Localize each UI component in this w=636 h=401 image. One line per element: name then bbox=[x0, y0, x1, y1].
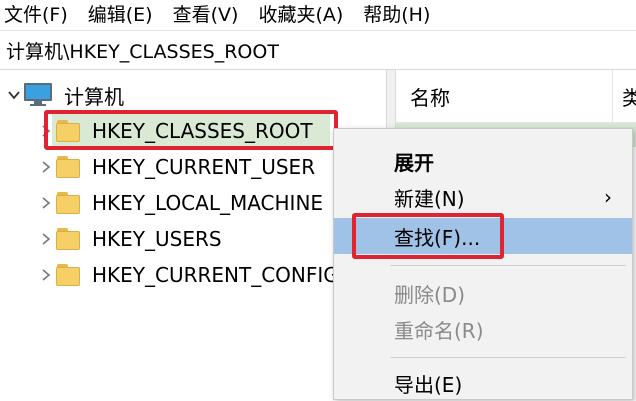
menu-favorites[interactable]: 收藏夹(A) bbox=[248, 0, 353, 30]
chevron-right-icon[interactable] bbox=[36, 186, 56, 220]
menu-separator bbox=[390, 357, 626, 358]
menu-edit[interactable]: 编辑(E) bbox=[78, 0, 163, 30]
column-header-type[interactable]: 类 bbox=[622, 82, 636, 111]
context-menu-new[interactable]: 新建(N) › bbox=[334, 179, 632, 215]
tree-item-label: HKEY_USERS bbox=[92, 227, 222, 251]
tree-item-computer[interactable]: 计算机 bbox=[4, 78, 124, 112]
chevron-right-icon: › bbox=[604, 185, 612, 209]
menu-help[interactable]: 帮助(H) bbox=[353, 0, 440, 30]
chevron-right-icon[interactable] bbox=[36, 258, 56, 292]
tree-item-hkey-current-user[interactable]: HKEY_CURRENT_USER bbox=[36, 150, 315, 184]
computer-icon bbox=[24, 83, 54, 107]
tree-root-label: 计算机 bbox=[64, 84, 124, 109]
menu-file[interactable]: 文件(F) bbox=[0, 0, 78, 30]
context-menu-delete[interactable]: 删除(D) bbox=[334, 275, 632, 311]
column-header-name[interactable]: 名称 bbox=[410, 82, 450, 111]
annotation-box-classes-root bbox=[44, 110, 338, 150]
tree-item-label: HKEY_CURRENT_CONFIG bbox=[92, 263, 339, 287]
address-path[interactable]: 计算机\HKEY_CLASSES_ROOT bbox=[0, 37, 279, 64]
menu-bar: 文件(F) 编辑(E) 查看(V) 收藏夹(A) 帮助(H) bbox=[0, 0, 636, 31]
tree-item-hkey-current-config[interactable]: HKEY_CURRENT_CONFIG bbox=[36, 258, 339, 292]
folder-icon bbox=[56, 264, 84, 286]
list-header: 名称 类 bbox=[396, 70, 636, 123]
context-menu-expand[interactable]: 展开 bbox=[334, 143, 632, 179]
menu-separator bbox=[390, 265, 626, 266]
folder-icon bbox=[56, 156, 84, 178]
context-menu-new-label: 新建(N) bbox=[394, 186, 465, 211]
annotation-box-find bbox=[352, 213, 504, 259]
menu-view[interactable]: 查看(V) bbox=[163, 0, 249, 30]
chevron-right-icon[interactable] bbox=[36, 222, 56, 256]
tree-item-label: HKEY_CURRENT_USER bbox=[92, 155, 316, 179]
column-divider[interactable] bbox=[612, 70, 613, 122]
chevron-right-icon[interactable] bbox=[36, 150, 56, 184]
tree-item-hkey-users[interactable]: HKEY_USERS bbox=[36, 222, 222, 256]
context-menu-export[interactable]: 导出(E) bbox=[334, 365, 632, 401]
folder-icon bbox=[56, 228, 84, 250]
context-menu-rename[interactable]: 重命名(R) bbox=[334, 311, 632, 347]
tree-item-hkey-local-machine[interactable]: HKEY_LOCAL_MACHINE bbox=[36, 186, 323, 220]
context-menu: 展开 新建(N) › 查找(F)... 删除(D) 重命名(R) 导出(E) bbox=[333, 128, 633, 400]
chevron-down-icon[interactable] bbox=[4, 78, 24, 112]
tree-item-label: HKEY_LOCAL_MACHINE bbox=[92, 191, 324, 215]
address-bar[interactable]: 计算机\HKEY_CLASSES_ROOT bbox=[0, 31, 636, 70]
tree-pane: 计算机 HKEY_CLASSES_ROOT HKEY_CURRENT_USER … bbox=[0, 70, 386, 400]
folder-icon bbox=[56, 192, 84, 214]
